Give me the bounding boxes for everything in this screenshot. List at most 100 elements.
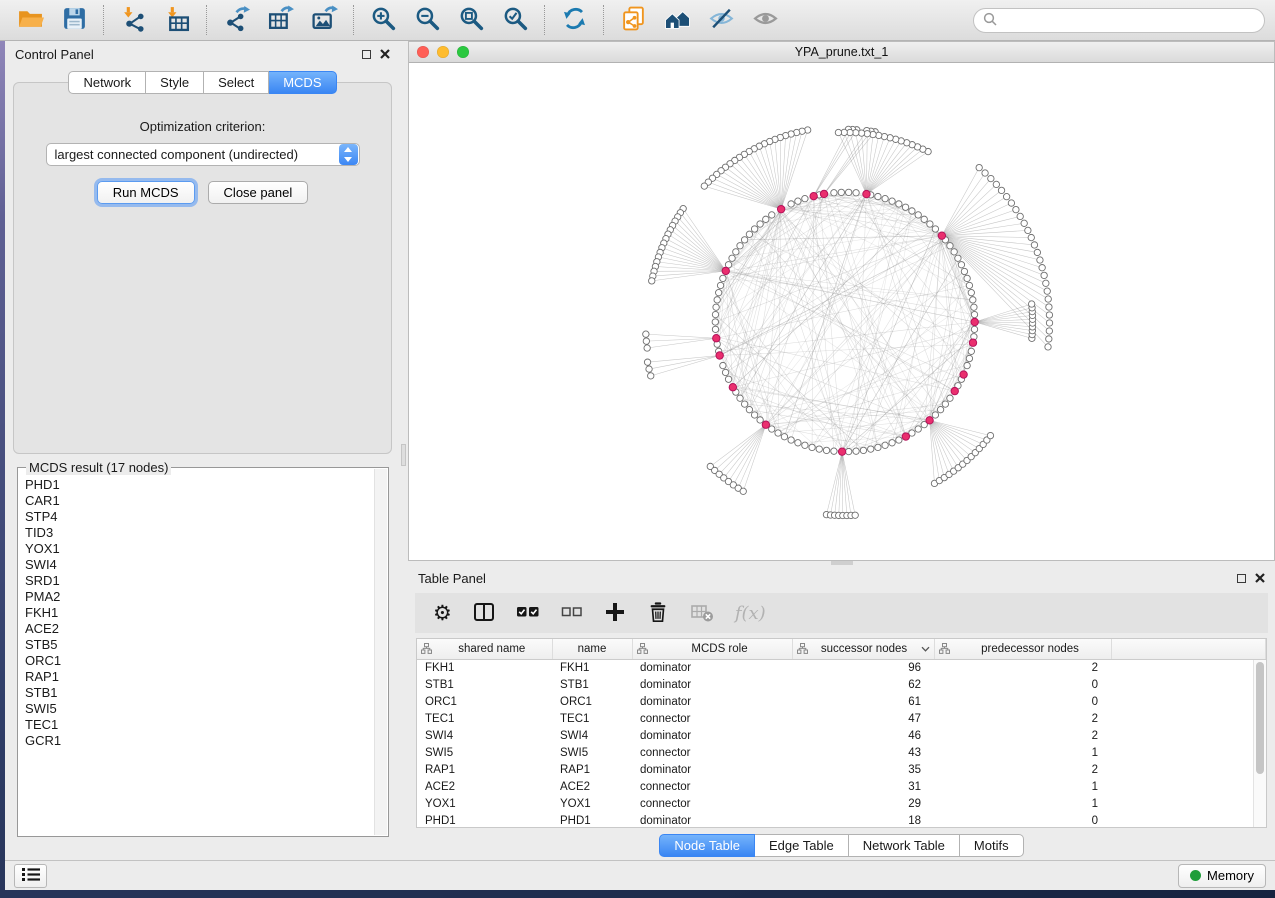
vertical-splitter[interactable] (400, 41, 408, 860)
table-row[interactable]: TEC1TEC1connector472 (417, 710, 1266, 727)
mcds-scrollbar[interactable] (374, 469, 387, 835)
export-image-icon (311, 5, 338, 35)
run-mcds-button[interactable]: Run MCDS (97, 181, 195, 204)
table-row[interactable]: STB1STB1dominator620 (417, 676, 1266, 693)
status-bar: Memory (5, 860, 1275, 890)
mcds-result-list: PHD1CAR1STP4TID3YOX1SWI4SRD1PMA2FKH1ACE2… (18, 468, 388, 758)
table-scrollbar[interactable] (1253, 660, 1266, 827)
mcds-result-item[interactable]: FKH1 (25, 605, 381, 621)
table-row[interactable]: FKH1FKH1dominator962 (417, 659, 1266, 676)
mcds-result-item[interactable]: CAR1 (25, 493, 381, 509)
table-row[interactable]: ORC1ORC1dominator610 (417, 693, 1266, 710)
delete-column-button[interactable] (647, 601, 669, 626)
close-panel-button[interactable]: Close panel (208, 181, 309, 204)
table-row[interactable]: RAP1RAP1dominator352 (417, 761, 1266, 778)
task-history-button[interactable] (14, 864, 47, 888)
tab-select[interactable]: Select (204, 71, 269, 94)
table-cell: 18 (792, 812, 934, 828)
refresh-icon (561, 5, 588, 35)
splitter-grip[interactable] (401, 444, 406, 466)
column-header-MCDS-role[interactable]: MCDS role (632, 639, 792, 659)
mcds-result-item[interactable]: ACE2 (25, 621, 381, 637)
table-cell (1111, 727, 1266, 744)
toolbar-separator (206, 5, 207, 35)
select-all-button[interactable] (516, 601, 540, 626)
tab-network-table[interactable]: Network Table (849, 834, 960, 857)
network-canvas[interactable] (409, 63, 1274, 560)
table-row[interactable]: ACE2ACE2connector311 (417, 778, 1266, 795)
table-row[interactable]: SWI5SWI5connector431 (417, 744, 1266, 761)
table-cell (1111, 761, 1266, 778)
tab-style[interactable]: Style (146, 71, 204, 94)
mcds-result-item[interactable]: STB1 (25, 685, 381, 701)
mcds-result-item[interactable]: RAP1 (25, 669, 381, 685)
first-neighbors-button[interactable] (657, 3, 697, 37)
mcds-result-item[interactable]: TID3 (25, 525, 381, 541)
zoom-out-button[interactable] (407, 3, 447, 37)
table-settings-button[interactable]: ⚙ (433, 603, 452, 624)
mcds-result-item[interactable]: TEC1 (25, 717, 381, 733)
show-columns-button[interactable] (473, 601, 495, 626)
window-close-button[interactable] (417, 46, 429, 58)
mcds-result-item[interactable]: YOX1 (25, 541, 381, 557)
optimization-select[interactable]: largest connected component (undirected) (46, 143, 360, 166)
mcds-result-item[interactable]: GCR1 (25, 733, 381, 749)
splitter-grip[interactable] (831, 561, 853, 565)
table-panel-float-button[interactable] (1237, 574, 1246, 583)
tab-edge-table[interactable]: Edge Table (755, 834, 849, 857)
zoom-in-button[interactable] (363, 3, 403, 37)
mcds-result-item[interactable]: ORC1 (25, 653, 381, 669)
column-header-filler (1111, 639, 1266, 659)
mcds-result-item[interactable]: SRD1 (25, 573, 381, 589)
save-session-button[interactable] (54, 3, 94, 37)
toolbar-separator (544, 5, 545, 35)
column-header-name[interactable]: name (552, 639, 632, 659)
import-network-button[interactable] (113, 3, 153, 37)
refresh-layout-button[interactable] (554, 3, 594, 37)
memory-button[interactable]: Memory (1178, 864, 1266, 888)
mcds-result-item[interactable]: STP4 (25, 509, 381, 525)
mcds-result-item[interactable]: PHD1 (25, 477, 381, 493)
window-minimize-button[interactable] (437, 46, 449, 58)
zoom-fit-button[interactable] (451, 3, 491, 37)
control-panel-close-button[interactable] (380, 47, 390, 62)
table-cell: 35 (792, 761, 934, 778)
export-image-button[interactable] (304, 3, 344, 37)
delete-table-button[interactable] (690, 601, 714, 626)
tab-motifs[interactable]: Motifs (960, 834, 1024, 857)
horizontal-splitter[interactable] (408, 561, 1275, 565)
scrollbar-thumb[interactable] (1256, 662, 1264, 774)
select-stepper-icon (339, 144, 358, 165)
search-input[interactable] (1003, 13, 1255, 28)
columns-icon (473, 601, 495, 626)
control-panel-float-button[interactable] (362, 50, 371, 59)
table-row[interactable]: SWI4SWI4dominator462 (417, 727, 1266, 744)
hide-selected-button[interactable] (701, 3, 741, 37)
export-network-button[interactable] (216, 3, 256, 37)
export-table-button[interactable] (260, 3, 300, 37)
table-panel-close-button[interactable] (1255, 571, 1265, 586)
mcds-result-item[interactable]: PMA2 (25, 589, 381, 605)
mcds-result-item[interactable]: SWI4 (25, 557, 381, 573)
table-row[interactable]: YOX1YOX1connector291 (417, 795, 1266, 812)
tab-mcds[interactable]: MCDS (269, 71, 336, 94)
mcds-result-item[interactable]: STB5 (25, 637, 381, 653)
show-all-button[interactable] (745, 3, 785, 37)
column-header-successor-nodes[interactable]: successor nodes (792, 639, 934, 659)
tab-node-table[interactable]: Node Table (659, 834, 755, 857)
column-header-predecessor-nodes[interactable]: predecessor nodes (934, 639, 1111, 659)
zoom-selected-button[interactable] (495, 3, 535, 37)
deselect-all-button[interactable] (561, 601, 583, 626)
add-column-button[interactable] (604, 601, 626, 626)
mcds-result-item[interactable]: SWI5 (25, 701, 381, 717)
window-zoom-button[interactable] (457, 46, 469, 58)
import-table-button[interactable] (157, 3, 197, 37)
tab-network[interactable]: Network (68, 71, 146, 94)
open-file-button[interactable] (10, 3, 50, 37)
zoom-out-icon (414, 5, 441, 35)
table-row[interactable]: PHD1PHD1dominator180 (417, 812, 1266, 828)
duplicate-network-button[interactable] (613, 3, 653, 37)
function-builder-button[interactable]: f(x) (735, 603, 766, 624)
eye-slash-icon (708, 5, 735, 35)
column-header-shared-name[interactable]: shared name (417, 639, 552, 659)
